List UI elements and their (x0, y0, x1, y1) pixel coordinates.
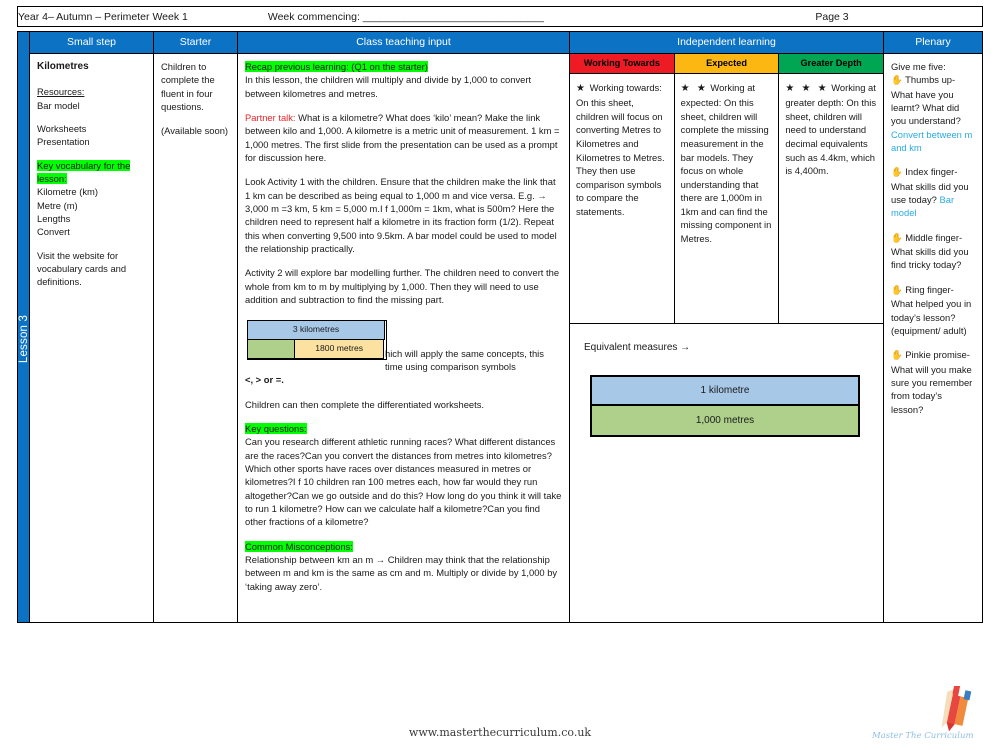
band-label-expected: Expected (674, 54, 779, 74)
column-small-step: Small step Kilometres Resources: Bar mod… (29, 31, 154, 623)
plenary-item-ring-finger: ✋ Ring finger- What helped you in today’… (891, 283, 975, 337)
plenary-item-index-finger: ✋ Index finger- What skills did you use … (891, 165, 975, 219)
recap-heading: Recap previous learning: (Q1 on the star… (245, 61, 428, 72)
hand-icon: ✋ (891, 75, 903, 87)
star-rating-1: ★ (576, 83, 587, 94)
equivalent-measures-label: Equivalent measures → (584, 342, 691, 353)
column-header-plenary: Plenary (884, 32, 982, 54)
key-questions-body: Can you research different athletic runn… (245, 436, 562, 528)
plenary-item-highlight: Convert between m and km (891, 128, 973, 154)
bar-model-part-right: 1800 metres (294, 338, 384, 359)
starter-content: Children to complete the fluent in four … (154, 54, 237, 622)
meta-page-number: Page 3 (815, 10, 849, 23)
key-questions-heading: Key questions: (245, 422, 307, 434)
vocab-item: Kilometre (km) (37, 186, 98, 198)
lesson-number-spine: Lesson 3 (17, 31, 30, 623)
worksheets-line: Children can then complete the different… (245, 398, 485, 410)
starter-text: Children to complete the fluent in four … (161, 61, 215, 113)
resource-item: Worksheets (37, 122, 87, 134)
band-description: Working at greater depth: On this sheet,… (785, 82, 877, 177)
band-text-working-towards: ★ Working towards: On this sheet, childr… (570, 74, 674, 225)
lesson-number-label: Lesson 3 (17, 314, 30, 363)
band-greater-depth: Greater Depth ★ ★ ★ Working at greater d… (779, 54, 884, 323)
plenary-item-pinkie-promise: ✋ Pinkie promise- What will you make sur… (891, 348, 975, 416)
starter-availability: (Available soon) (161, 125, 229, 137)
teaching-content: Recap previous learning: (Q1 on the star… (238, 54, 569, 622)
resource-item: Bar model (37, 99, 80, 111)
column-header-class-teaching-input: Class teaching input (238, 32, 569, 54)
lesson-plan-table: Lesson 3 Small step Kilometres Resources… (17, 31, 983, 623)
vocab-item: Lengths (37, 212, 71, 224)
star-rating-3: ★ ★ ★ (785, 83, 829, 94)
column-class-teaching-input: Class teaching input Recap previous lear… (238, 31, 570, 623)
vocab-item: Metre (m) (37, 199, 78, 211)
activity-2-text: Activity 2 will explore bar modelling fu… (245, 267, 560, 306)
activity-1-text: Look Activity 1 with the children. Ensur… (245, 176, 557, 255)
band-label-greater-depth: Greater Depth (779, 54, 884, 74)
plenary-intro: Give me five: (891, 61, 946, 72)
partner-talk-label: Partner talk: (245, 112, 296, 124)
comparison-symbols: <, > or =. (245, 374, 284, 386)
vocab-heading: Key vocabulary for the lesson: (37, 159, 131, 184)
resources-heading: Resources: (37, 86, 85, 98)
bar-model-small: 3 kilometres 1800 metres (247, 319, 387, 360)
footer-website-url: www.masterthecurriculum.co.uk (408, 726, 592, 739)
meta-week-commencing: Week commencing: _______________________… (267, 10, 544, 23)
column-plenary: Plenary Give me five: ✋ Thumbs up- What … (884, 31, 983, 623)
plenary-item-middle-finger: ✋ Middle finger- What skills did you fin… (891, 231, 975, 272)
bar-model-whole: 3 kilometres (247, 319, 385, 340)
plenary-item-text: Middle finger- What skills did you find … (891, 231, 969, 271)
band-description: Working towards: On this sheet, children… (576, 82, 665, 217)
pencil-icon: Master The Curriculum (871, 686, 974, 741)
column-header-starter: Starter (154, 32, 237, 54)
band-label-working-towards: Working Towards (570, 54, 674, 74)
band-description: Working at expected: On this sheet, chil… (680, 82, 772, 244)
column-independent-learning: Independent learning Working Towards ★ W… (570, 31, 884, 623)
brand-logo: Master The Curriculum (862, 686, 992, 746)
plenary-item-text: Index finger- What skills did you use to… (891, 166, 969, 206)
plenary-item-text: Pinkie promise- What will you make sure … (891, 349, 973, 415)
equivalent-measures-section: Equivalent measures → 1 kilometre 1,000 … (570, 324, 883, 622)
column-header-small-step: Small step (30, 32, 153, 54)
after-bar-text: hich will apply the same concepts, this … (385, 347, 544, 372)
hand-icon: ✋ (891, 350, 903, 362)
independent-bands: Working Towards ★ Working towards: On th… (570, 54, 884, 324)
resource-item: Presentation (37, 136, 90, 148)
column-starter: Starter Children to complete the fluent … (154, 31, 238, 623)
band-text-expected: ★ ★ Working at expected: On this sheet, … (675, 74, 779, 252)
plenary-content: Give me five: ✋ Thumbs up- What have you… (884, 54, 982, 622)
hand-icon: ✋ (891, 284, 903, 296)
star-rating-2: ★ ★ (680, 83, 708, 94)
bar-model-large: 1 kilometre 1,000 metres (590, 375, 860, 437)
recap-body: In this lesson, the children will multip… (245, 74, 532, 99)
hand-icon: ✋ (891, 232, 903, 244)
plenary-item-text: Ring finger- What helped you in today’s … (891, 283, 972, 336)
small-step-content: Kilometres Resources: Bar model Workshee… (30, 54, 153, 622)
band-text-greater-depth: ★ ★ ★ Working at greater depth: On this … (779, 74, 883, 185)
logo-wordmark: Master The Curriculum (871, 731, 974, 741)
meta-title: Year 4– Autumn – Perimeter Week 1 (18, 10, 188, 23)
vocab-item: Convert (37, 226, 70, 238)
plenary-item-thumbs-up: ✋ Thumbs up- What have you learnt? What … (891, 73, 975, 154)
band-expected: Expected ★ ★ Working at expected: On thi… (674, 54, 780, 323)
misconceptions-body: Relationship between km an m → Children … (245, 553, 558, 592)
misconceptions-heading: Common Misconceptions: (245, 540, 353, 552)
small-step-title: Kilometres (37, 61, 89, 72)
hand-icon: ✋ (891, 167, 903, 179)
bar-model-large-top: 1 kilometre (592, 377, 858, 406)
band-working-towards: Working Towards ★ Working towards: On th… (570, 54, 675, 323)
bar-model-part-left (247, 338, 296, 359)
bar-model-large-bottom: 1,000 metres (592, 406, 858, 435)
column-header-independent-learning: Independent learning (570, 32, 883, 54)
document-meta-bar: Year 4– Autumn – Perimeter Week 1 Week c… (17, 6, 983, 27)
website-note: Visit the website for vocabulary cards a… (37, 249, 127, 288)
